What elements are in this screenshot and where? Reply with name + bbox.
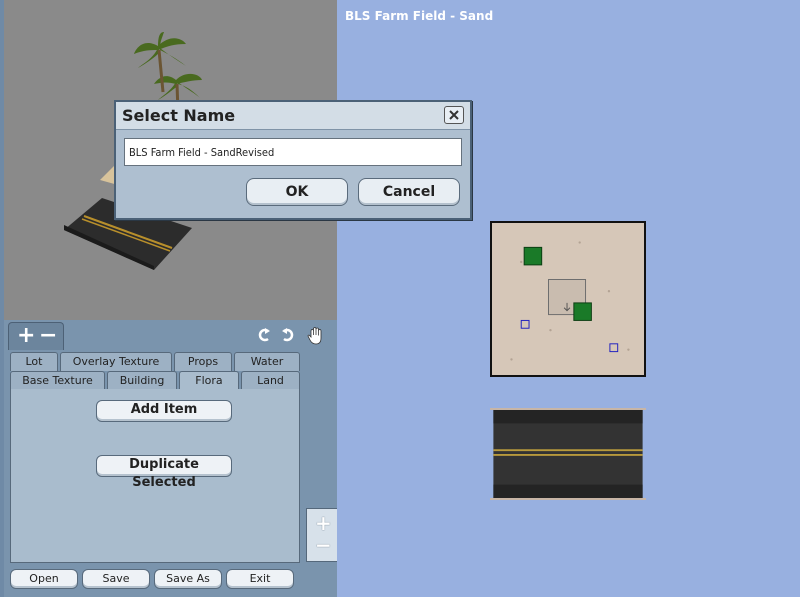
tab-land[interactable]: Land: [241, 371, 300, 390]
cancel-button[interactable]: Cancel: [358, 178, 460, 206]
ok-button[interactable]: OK: [246, 178, 348, 206]
duplicate-selected-button[interactable]: Duplicate Selected: [96, 455, 232, 490]
dialog-header: Select Name: [116, 102, 470, 130]
close-button[interactable]: [444, 106, 464, 124]
zoom-out-icon[interactable]: −: [39, 323, 57, 349]
save-button[interactable]: Save: [82, 569, 150, 589]
side-zoom-controls: + −: [306, 508, 337, 562]
tab-flora[interactable]: Flora: [179, 371, 239, 391]
side-zoom-out-icon[interactable]: −: [315, 533, 332, 557]
open-button[interactable]: Open: [10, 569, 78, 589]
rotate-right-icon[interactable]: [280, 327, 296, 343]
lot-layout-preview[interactable]: [490, 221, 646, 377]
tab-water[interactable]: Water: [234, 352, 300, 371]
dialog-title: Select Name: [122, 106, 236, 125]
lot-title: BLS Farm Field - Sand: [345, 9, 494, 23]
exit-button[interactable]: Exit: [226, 569, 294, 589]
tab-base-texture[interactable]: Base Texture: [10, 371, 105, 390]
close-icon: [449, 110, 459, 120]
add-item-button[interactable]: Add Item: [96, 400, 232, 422]
save-as-button[interactable]: Save As: [154, 569, 222, 589]
tab-lot[interactable]: Lot: [10, 352, 58, 371]
select-name-dialog: Select Name OK Cancel: [114, 100, 472, 220]
rotate-left-icon[interactable]: [256, 327, 272, 343]
flora-marker-1[interactable]: [523, 246, 543, 266]
tab-strip: Lot Overlay Texture Props Water Base Tex…: [10, 352, 300, 391]
road-texture-preview: [490, 408, 646, 500]
tab-overlay-texture[interactable]: Overlay Texture: [60, 352, 172, 371]
zoom-in-icon[interactable]: +: [17, 323, 35, 349]
tab-props[interactable]: Props: [174, 352, 232, 371]
tab-building[interactable]: Building: [107, 371, 177, 390]
side-zoom-in-icon[interactable]: +: [315, 511, 332, 535]
hand-icon[interactable]: [306, 326, 326, 346]
name-input[interactable]: [124, 138, 462, 166]
flora-marker-2[interactable]: [573, 302, 592, 321]
zoom-controls: + −: [8, 322, 64, 350]
